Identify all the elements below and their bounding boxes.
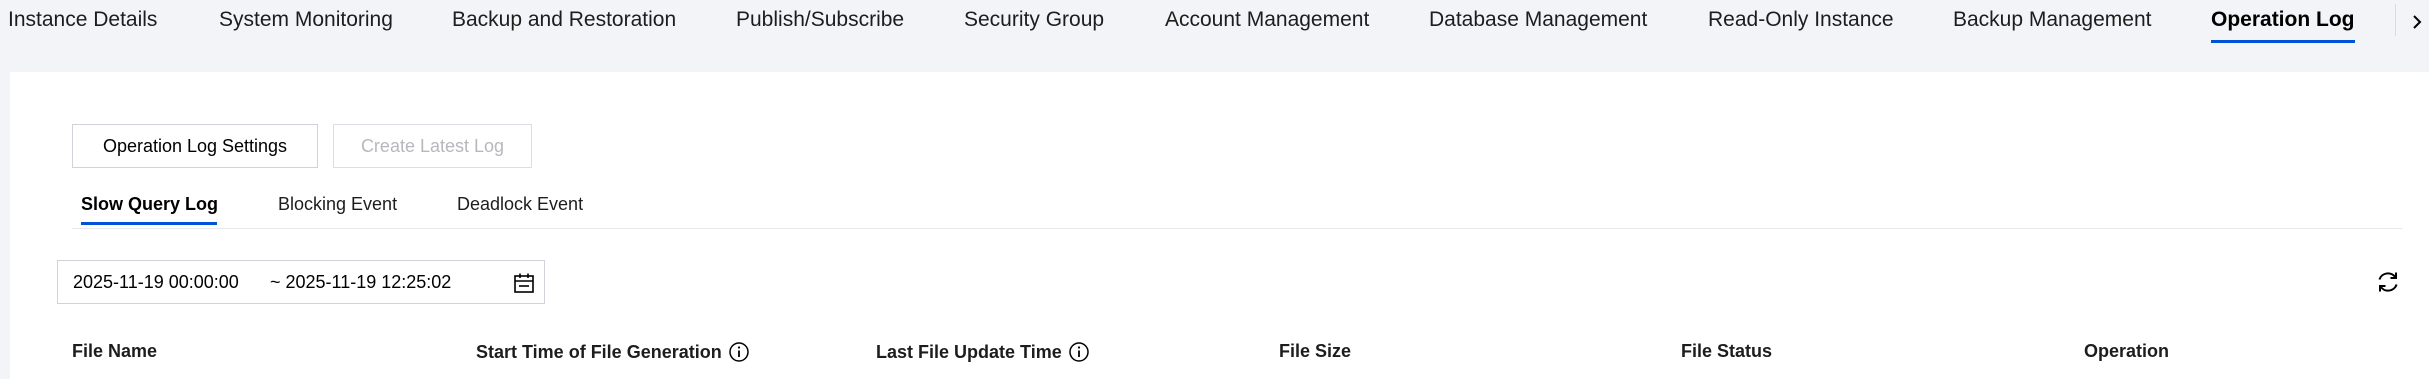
date-range-end: ~ 2025-11-19 12:25:02 bbox=[270, 272, 452, 292]
tabs-scroll-right-button[interactable] bbox=[2405, 8, 2429, 36]
active-sub-tab-indicator bbox=[81, 222, 217, 225]
date-range-start: 2025-11-19 00:00:00 bbox=[73, 272, 239, 292]
tab-security-group[interactable]: Security Group bbox=[964, 8, 1104, 32]
operation-log-settings-button[interactable]: Operation Log Settings bbox=[72, 124, 318, 168]
column-header-label: File Name bbox=[72, 341, 158, 361]
operation-log-panel: Operation Log Settings Create Latest Log… bbox=[10, 72, 2429, 379]
tab-deadlock-event[interactable]: Deadlock Event bbox=[457, 194, 583, 215]
tab-slow-query-log[interactable]: Slow Query Log bbox=[81, 194, 218, 215]
sub-tab-divider bbox=[72, 228, 2402, 229]
tab-bar-divider bbox=[2395, 4, 2396, 36]
top-tab-bar: Instance Details System Monitoring Backu… bbox=[0, 0, 2429, 44]
tab-system-monitoring[interactable]: System Monitoring bbox=[219, 8, 393, 32]
column-header-operation[interactable]: Operation bbox=[2084, 341, 2169, 362]
calendar-icon[interactable] bbox=[513, 272, 535, 294]
column-header-label: Last File Update Time bbox=[876, 341, 1062, 362]
column-header-file-name[interactable]: File Name bbox=[72, 341, 157, 362]
tab-instance-details[interactable]: Instance Details bbox=[8, 8, 157, 32]
tab-operation-log[interactable]: Operation Log bbox=[2211, 8, 2355, 32]
tab-blocking-event[interactable]: Blocking Event bbox=[278, 194, 397, 215]
date-range-picker[interactable]: 2025-11-19 00:00:00 ~ 2025-11-19 12:25:0… bbox=[57, 260, 545, 304]
info-icon[interactable] bbox=[1068, 341, 1090, 363]
chevron-right-icon bbox=[2413, 15, 2422, 29]
column-header-last-update-time[interactable]: Last File Update Time bbox=[876, 341, 1090, 363]
info-icon[interactable] bbox=[728, 341, 750, 363]
refresh-icon[interactable] bbox=[2374, 268, 2402, 296]
tab-database-management[interactable]: Database Management bbox=[1429, 8, 1647, 32]
column-header-label: File Status bbox=[1681, 341, 1773, 361]
column-header-file-size[interactable]: File Size bbox=[1279, 341, 1351, 362]
create-latest-log-button[interactable]: Create Latest Log bbox=[333, 124, 532, 168]
column-header-start-time[interactable]: Start Time of File Generation bbox=[476, 341, 750, 363]
tab-backup-management[interactable]: Backup Management bbox=[1953, 8, 2151, 32]
tab-read-only-instance[interactable]: Read-Only Instance bbox=[1708, 8, 1894, 32]
tab-publish-subscribe[interactable]: Publish/Subscribe bbox=[736, 8, 904, 32]
tab-account-management[interactable]: Account Management bbox=[1165, 8, 1369, 32]
tab-backup-and-restoration[interactable]: Backup and Restoration bbox=[452, 8, 676, 32]
column-header-label: File Size bbox=[1279, 341, 1352, 361]
active-tab-indicator bbox=[2211, 40, 2355, 43]
column-header-label: Operation bbox=[2084, 341, 2170, 361]
column-header-label: Start Time of File Generation bbox=[476, 341, 722, 362]
column-header-file-status[interactable]: File Status bbox=[1681, 341, 1772, 362]
